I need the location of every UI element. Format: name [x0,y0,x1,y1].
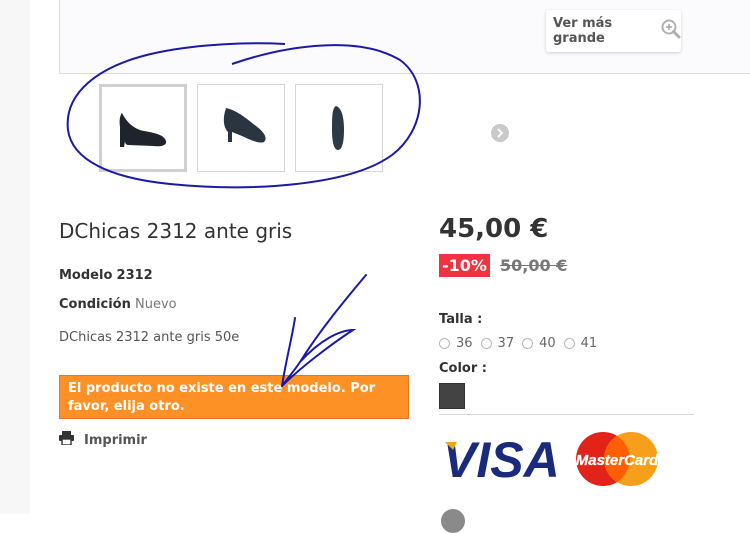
size-value: 37 [497,336,515,351]
print-button[interactable]: Imprimir [59,431,147,449]
size-value: 41 [580,336,598,351]
zoom-label: Ver más grande [553,16,613,46]
size-radio[interactable] [480,338,492,349]
left-gutter [0,0,30,514]
condition-value: Nuevo [134,297,177,312]
color-swatch-grey[interactable] [439,383,465,409]
size-value: 36 [456,336,473,351]
current-price: 45,00 € [439,214,549,244]
size-option-37[interactable]: 37 [480,336,515,351]
error-alert: El producto no existe en este modelo. Po… [59,375,409,419]
print-label: Imprimir [84,432,147,448]
condition-label: Condición [59,297,131,312]
shoe-side-image [119,113,167,147]
visa-text: VISA [443,432,560,488]
chevron-right-icon [497,128,504,138]
thumbnail-3[interactable] [295,84,383,172]
shoe-front-image [332,106,344,150]
size-radio[interactable] [522,338,534,349]
product-model: Modelo 2312 [59,268,153,283]
color-label: Color : [439,361,487,376]
size-radio[interactable] [439,338,450,349]
model-value: 2312 [116,268,153,283]
size-radio[interactable] [563,338,575,349]
annotation-arrow [281,274,367,387]
product-description: DChicas 2312 ante gris 50e [59,330,240,345]
size-label: Talla : [439,312,483,327]
zoom-button[interactable]: Ver más grande [546,10,681,52]
printer-icon [59,431,74,449]
mastercard-text: MasterCard [576,452,659,469]
visa-logo: VISA [443,432,560,488]
product-title: DChicas 2312 ante gris [59,219,293,243]
next-thumbnails-button[interactable] [491,124,509,142]
payment-logos: VISA MasterCard [443,428,663,492]
discount-badge: -10% [439,254,490,277]
shoe-angled-image [223,108,266,143]
bottom-circle-button[interactable] [441,509,465,533]
model-label: Modelo [59,268,113,283]
size-option-36[interactable]: 36 [439,336,473,351]
product-condition: Condición Nuevo [59,297,177,312]
mastercard-logo: MasterCard [576,432,659,486]
old-price: 50,00 € [500,256,568,275]
thumbnail-1[interactable] [99,84,187,172]
zoom-in-icon [661,19,681,43]
size-option-40[interactable]: 40 [522,336,556,351]
divider [439,414,694,415]
thumbnail-2[interactable] [197,84,285,172]
size-option-41[interactable]: 41 [563,336,598,351]
size-options: 36 37 40 41 [439,336,605,351]
size-value: 40 [539,336,556,351]
